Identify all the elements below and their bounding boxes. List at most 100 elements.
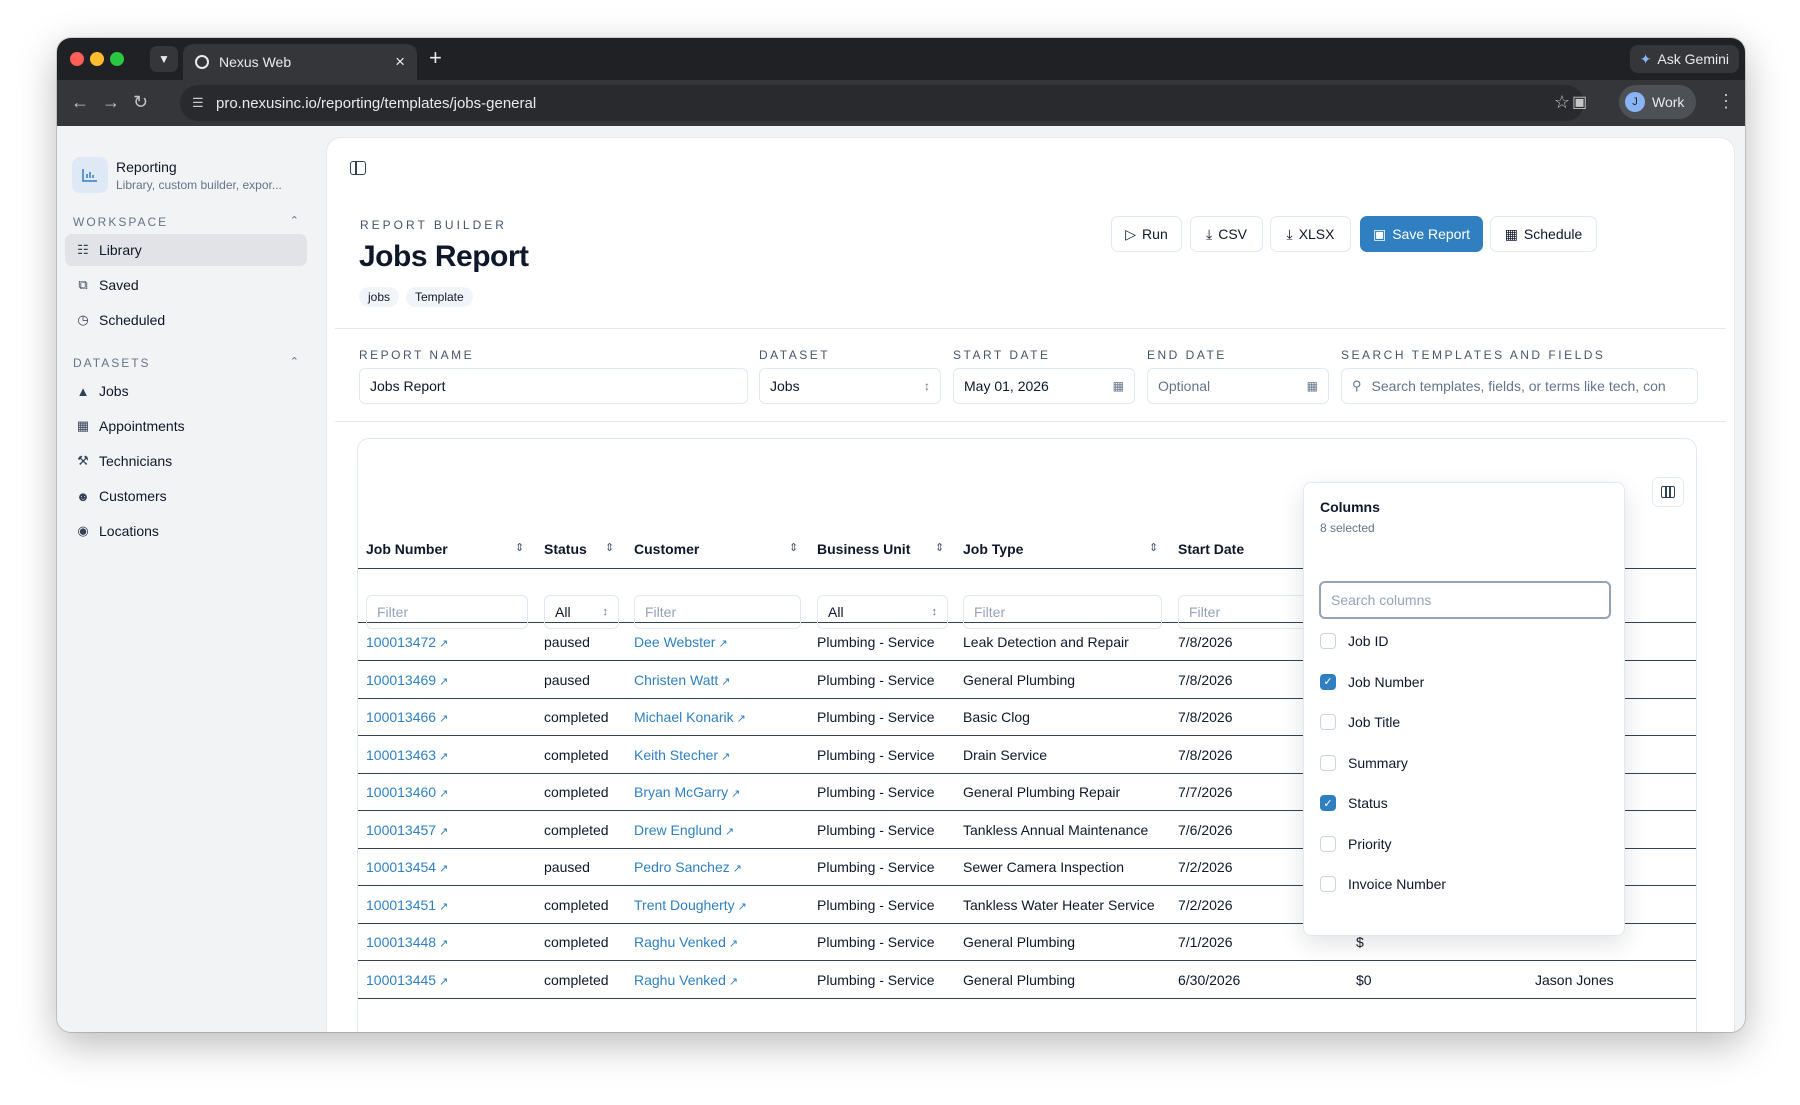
external-link-icon[interactable]: ↗ xyxy=(729,938,738,950)
checkbox-empty-icon[interactable] xyxy=(1320,835,1336,852)
job-number-link[interactable]: 100013454 ↗ xyxy=(366,859,448,875)
external-link-icon[interactable]: ↗ xyxy=(439,976,448,988)
external-link-icon[interactable]: ↗ xyxy=(729,976,738,988)
external-link-icon[interactable]: ↗ xyxy=(718,638,727,650)
sidebar-toggle-icon[interactable] xyxy=(350,161,366,175)
job-number-link[interactable]: 100013451 ↗ xyxy=(366,897,448,913)
customer-link[interactable]: Pedro Sanchez ↗ xyxy=(634,859,742,875)
job-number-link[interactable]: 100013460 ↗ xyxy=(366,784,448,800)
column-option-priority[interactable]: Priority xyxy=(1320,835,1392,852)
dataset-select[interactable]: Jobs ↕ xyxy=(759,368,941,404)
app-brand[interactable]: Reporting Library, custom builder, expor… xyxy=(72,157,282,193)
run-button[interactable]: ▷ Run xyxy=(1111,216,1182,252)
column-header-start-date[interactable]: Start Date xyxy=(1178,541,1244,557)
job-number-link[interactable]: 100013463 ↗ xyxy=(366,747,448,763)
external-link-icon[interactable]: ↗ xyxy=(731,788,740,800)
external-link-icon[interactable]: ↗ xyxy=(725,826,734,838)
new-tab-icon[interactable]: + xyxy=(429,47,442,69)
column-option-job-title[interactable]: Job Title xyxy=(1320,714,1400,730)
sort-icon[interactable]: ⇕ xyxy=(605,541,614,554)
column-option-job-id[interactable]: Job ID xyxy=(1320,633,1388,649)
external-link-icon[interactable]: ↗ xyxy=(439,751,448,763)
checkbox-empty-icon[interactable] xyxy=(1320,633,1336,649)
customer-link[interactable]: Drew Englund ↗ xyxy=(634,822,734,838)
column-header-job-type[interactable]: Job Type xyxy=(963,541,1023,557)
browser-menu-icon[interactable]: ⋮ xyxy=(1717,91,1735,112)
extensions-icon[interactable]: ▣ xyxy=(1572,92,1587,112)
sidebar-item-saved[interactable]: ⧉ Saved xyxy=(65,269,307,301)
sidebar-item-customers[interactable]: ☻ Customers xyxy=(65,480,307,512)
xlsx-export-button[interactable]: ⤓ XLSX xyxy=(1270,216,1351,252)
checkbox-empty-icon[interactable] xyxy=(1320,876,1336,892)
sidebar-item-scheduled[interactable]: ◷ Scheduled xyxy=(65,304,307,336)
job-number-link[interactable]: 100013472 ↗ xyxy=(366,634,448,650)
workspace-section-header[interactable]: WORKSPACE ⌃ xyxy=(73,215,301,229)
external-link-icon[interactable]: ↗ xyxy=(439,863,448,875)
sidebar-item-jobs[interactable]: ▲ Jobs xyxy=(65,375,307,407)
customer-link[interactable]: Raghu Venked ↗ xyxy=(634,972,738,988)
chevron-up-icon[interactable]: ⌃ xyxy=(290,355,301,368)
checkbox-checked-icon[interactable]: ✓ xyxy=(1320,673,1336,690)
column-option-job-number[interactable]: ✓ Job Number xyxy=(1320,673,1424,690)
external-link-icon[interactable]: ↗ xyxy=(439,676,448,688)
columns-toggle-button[interactable] xyxy=(1652,477,1684,507)
schedule-button[interactable]: ▦ Schedule xyxy=(1490,216,1597,252)
job-number-link[interactable]: 100013457 ↗ xyxy=(366,822,448,838)
external-link-icon[interactable]: ↗ xyxy=(439,638,448,650)
ask-gemini-button[interactable]: ✦ Ask Gemini xyxy=(1629,45,1739,73)
job-number-link[interactable]: 100013469 ↗ xyxy=(366,672,448,688)
start-date-field[interactable]: May 01, 2026 ▦ xyxy=(953,368,1135,404)
customer-link[interactable]: Bryan McGarry ↗ xyxy=(634,784,740,800)
external-link-icon[interactable]: ↗ xyxy=(721,751,730,763)
sidebar-item-library[interactable]: ☷ Library xyxy=(65,234,307,266)
job-number-link[interactable]: 100013448 ↗ xyxy=(366,934,448,950)
sidebar-item-technicians[interactable]: ⚒ Technicians xyxy=(65,445,307,477)
sort-icon[interactable]: ⇕ xyxy=(515,541,524,554)
close-window-button[interactable] xyxy=(70,52,84,66)
checkbox-empty-icon[interactable] xyxy=(1320,754,1336,771)
external-link-icon[interactable]: ↗ xyxy=(439,901,448,913)
forward-arrow-icon[interactable]: → xyxy=(102,92,120,113)
minimize-window-button[interactable] xyxy=(90,52,104,66)
sort-icon[interactable]: ⇕ xyxy=(789,541,798,554)
column-option-status[interactable]: ✓ Status xyxy=(1320,795,1388,811)
customer-link[interactable]: Raghu Venked ↗ xyxy=(634,934,738,950)
sidebar-item-locations[interactable]: ◉ Locations xyxy=(65,515,307,547)
csv-export-button[interactable]: ⤓ CSV xyxy=(1190,216,1263,252)
column-header-business-unit[interactable]: Business Unit xyxy=(817,541,910,557)
customer-link[interactable]: Christen Watt ↗ xyxy=(634,672,731,688)
customer-link[interactable]: Dee Webster ↗ xyxy=(634,634,728,650)
external-link-icon[interactable]: ↗ xyxy=(439,826,448,838)
external-link-icon[interactable]: ↗ xyxy=(738,901,747,913)
external-link-icon[interactable]: ↗ xyxy=(733,863,742,875)
customer-link[interactable]: Keith Stecher ↗ xyxy=(634,747,730,763)
reload-icon[interactable]: ↻ xyxy=(133,92,148,113)
job-number-link[interactable]: 100013466 ↗ xyxy=(366,709,448,725)
customer-link[interactable]: Michael Konarik ↗ xyxy=(634,709,746,725)
column-option-summary[interactable]: Summary xyxy=(1320,754,1408,771)
external-link-icon[interactable]: ↗ xyxy=(439,713,448,725)
external-link-icon[interactable]: ↗ xyxy=(439,788,448,800)
back-arrow-icon[interactable]: ← xyxy=(71,92,89,113)
column-header-customer[interactable]: Customer xyxy=(634,541,699,557)
save-report-button[interactable]: ▣ Save Report xyxy=(1360,216,1483,252)
column-option-invoice-number[interactable]: Invoice Number xyxy=(1320,876,1446,892)
checkbox-checked-icon[interactable]: ✓ xyxy=(1320,795,1336,811)
search-templates-input[interactable]: ⚲ Search templates, fields, or terms lik… xyxy=(1341,368,1698,404)
browser-tab[interactable]: Nexus Web × xyxy=(183,44,417,80)
external-link-icon[interactable]: ↗ xyxy=(721,676,730,688)
report-name-input[interactable]: Jobs Report xyxy=(359,368,748,404)
sort-icon[interactable]: ⇕ xyxy=(935,541,944,554)
column-header-job-number[interactable]: Job Number xyxy=(366,541,448,557)
calendar-icon[interactable]: ▦ xyxy=(1113,379,1124,393)
column-header-status[interactable]: Status xyxy=(544,541,587,557)
calendar-icon[interactable]: ▦ xyxy=(1307,379,1318,393)
end-date-field[interactable]: Optional ▦ xyxy=(1147,368,1329,404)
customer-link[interactable]: Trent Dougherty ↗ xyxy=(634,897,747,913)
chevron-up-icon[interactable]: ⌃ xyxy=(290,214,301,227)
search-columns-input[interactable]: Search columns xyxy=(1319,581,1611,619)
close-tab-icon[interactable]: × xyxy=(395,52,405,72)
datasets-section-header[interactable]: DATASETS ⌃ xyxy=(73,356,301,370)
tab-search-chevron-icon[interactable]: ▼ xyxy=(150,46,178,72)
checkbox-empty-icon[interactable] xyxy=(1320,714,1336,730)
